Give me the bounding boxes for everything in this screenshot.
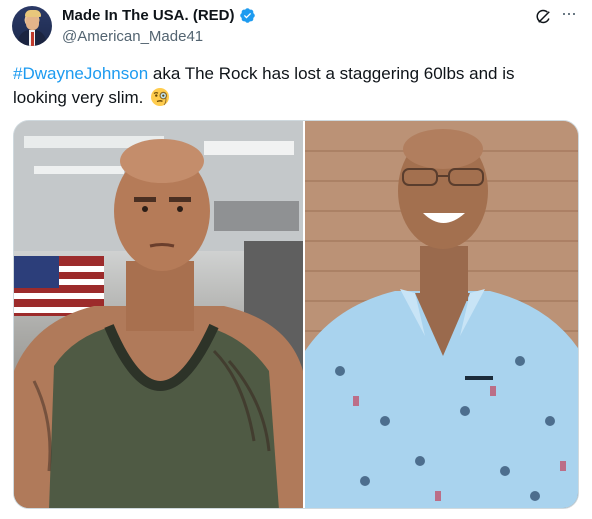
left-photo-illustration	[14, 121, 303, 508]
verified-badge-icon	[239, 7, 256, 24]
photo-left[interactable]	[14, 121, 303, 508]
avatar-hair	[25, 10, 41, 17]
author-name-row: Made In The USA. (RED)	[62, 7, 256, 24]
avatar-tie	[31, 32, 34, 46]
face-with-monocle-icon	[150, 87, 170, 107]
tweet-text: #DwayneJohnson aka The Rock has lost a s…	[13, 62, 573, 110]
author-display-name[interactable]: Made In The USA. (RED)	[62, 7, 235, 24]
hashtag-link[interactable]: #DwayneJohnson	[13, 64, 148, 83]
avatar-face	[26, 15, 39, 30]
more-icon[interactable]: ···	[561, 4, 579, 24]
tweet-media[interactable]	[13, 120, 579, 509]
tweet: Made In The USA. (RED) @American_Made41 …	[0, 0, 592, 519]
author-avatar[interactable]	[12, 6, 52, 46]
right-photo-illustration	[305, 121, 578, 508]
grok-icon[interactable]	[535, 8, 553, 26]
author-handle[interactable]: @American_Made41	[62, 28, 203, 45]
photo-right[interactable]	[305, 121, 578, 508]
